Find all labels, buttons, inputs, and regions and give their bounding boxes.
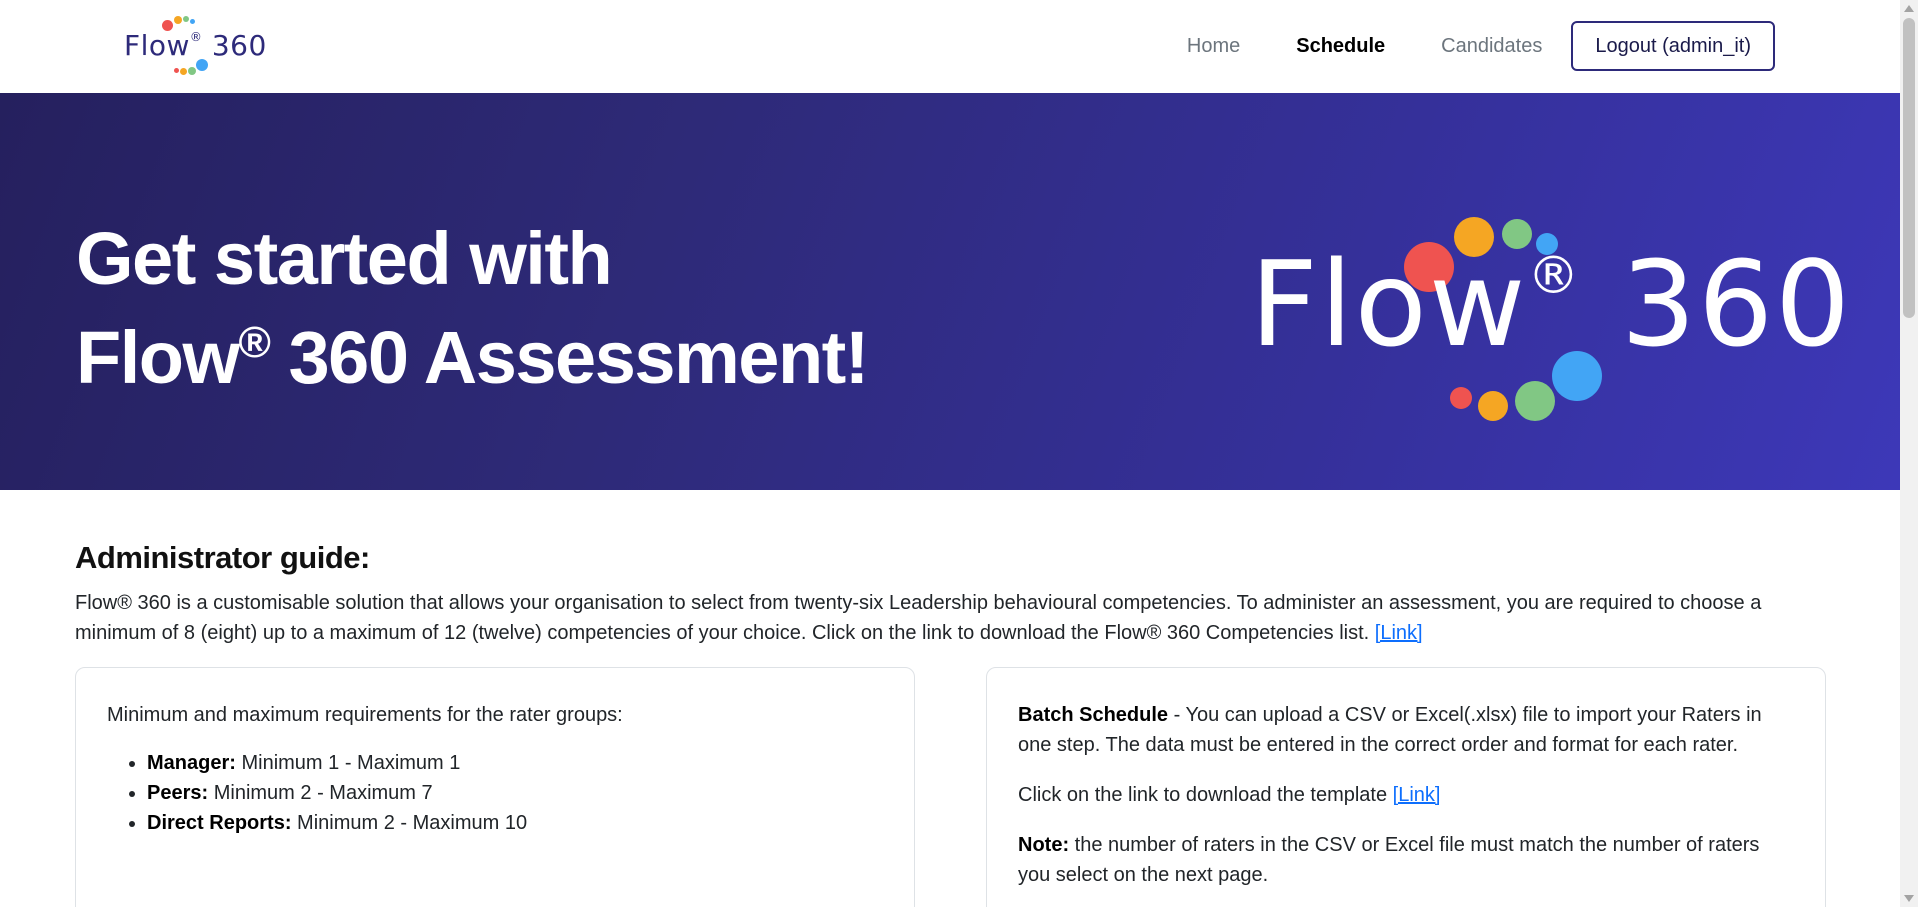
template-text: Click on the link to download the templa… (1018, 784, 1388, 806)
logo-dot-green-2 (188, 67, 196, 75)
nav-home[interactable]: Home (1159, 21, 1268, 71)
batch-title: Batch Schedule (1018, 704, 1169, 726)
hero-title: Get started with Flow® 360 Assessment! (76, 217, 870, 400)
guide-title: Administrator guide: (75, 540, 370, 575)
nav-links: Home Schedule Candidates Logout (admin_i… (1159, 21, 1775, 71)
brand-name: Flow (124, 29, 190, 62)
hero-logo-wordmark: Flow® 360 (1250, 235, 1852, 373)
list-item: Direct Reports: Minimum 2 - Maximum 10 (147, 808, 883, 838)
brand-reg: ® (189, 30, 203, 44)
logo-dot-blue (190, 19, 195, 24)
page-scrollbar[interactable] (1900, 0, 1918, 907)
brand-wordmark: Flow® 360 (124, 29, 267, 62)
hero-title-reg: ® (238, 318, 271, 367)
batch-schedule-card: Batch Schedule - You can upload a CSV or… (986, 667, 1826, 907)
nav-schedule[interactable]: Schedule (1268, 21, 1413, 71)
logo-dot-orange (174, 16, 182, 24)
scroll-down-icon[interactable] (1904, 895, 1914, 902)
hero-dot-blue-2 (1552, 351, 1602, 401)
guide-paragraph: Flow® 360 is a customisable solution tha… (75, 588, 1835, 648)
brand-suffix: 360 (211, 29, 267, 62)
rater-label-peers: Peers: (147, 782, 209, 804)
rater-label-direct-reports: Direct Reports: (147, 812, 292, 834)
hero-logo: Flow® 360 (1240, 173, 1850, 433)
note-line: Note: the number of raters in the CSV or… (1018, 830, 1794, 890)
hero-dot-green-2 (1515, 381, 1555, 421)
hero-dot-orange-2 (1478, 391, 1508, 421)
hero-title-line2: 360 Assessment! (269, 316, 870, 399)
brand-logo[interactable]: Flow® 360 (124, 14, 266, 78)
top-navbar: Flow® 360 Home Schedule Candidates Logou… (0, 0, 1900, 93)
logo-dot-orange-2 (180, 68, 187, 75)
rater-value-peers: Minimum 2 - Maximum 7 (213, 782, 433, 804)
batch-description: Batch Schedule - You can upload a CSV or… (1018, 700, 1794, 760)
hero-logo-name: Flow (1250, 235, 1528, 373)
hero-title-brand: Flow (76, 316, 240, 399)
list-item: Manager: Minimum 1 - Maximum 1 (147, 748, 883, 778)
hero-banner: Get started with Flow® 360 Assessment! F… (0, 93, 1900, 490)
hero-title-line1: Get started with (76, 217, 613, 300)
rater-value-direct-reports: Minimum 2 - Maximum 10 (297, 812, 528, 834)
rater-intro: Minimum and maximum requirements for the… (107, 704, 623, 726)
hero-logo-reg: ® (1527, 246, 1582, 306)
hero-dot-red-2 (1450, 387, 1472, 409)
nav-candidates[interactable]: Candidates (1413, 21, 1570, 71)
logout-button[interactable]: Logout (admin_it) (1571, 21, 1775, 71)
logo-dot-green (183, 16, 189, 22)
guide-paragraph-text: Flow® 360 is a customisable solution tha… (75, 592, 1762, 644)
scroll-up-icon[interactable] (1904, 5, 1914, 12)
rater-label-manager: Manager: (147, 752, 236, 774)
list-item: Peers: Minimum 2 - Maximum 7 (147, 778, 883, 808)
hero-logo-suffix: 360 (1620, 235, 1853, 373)
competencies-link[interactable]: [Link] (1375, 622, 1423, 644)
logo-dot-red-2 (174, 68, 179, 73)
scroll-thumb[interactable] (1903, 18, 1915, 318)
template-link[interactable]: [Link] (1393, 784, 1441, 806)
rater-requirements-card: Minimum and maximum requirements for the… (75, 667, 915, 907)
template-line: Click on the link to download the templa… (1018, 780, 1794, 810)
rater-value-manager: Minimum 1 - Maximum 1 (241, 752, 461, 774)
note-label: Note: (1018, 834, 1070, 856)
rater-list: Manager: Minimum 1 - Maximum 1 Peers: Mi… (107, 748, 883, 838)
note-text: the number of raters in the CSV or Excel… (1018, 834, 1760, 886)
logo-dot-blue-2 (196, 59, 208, 71)
